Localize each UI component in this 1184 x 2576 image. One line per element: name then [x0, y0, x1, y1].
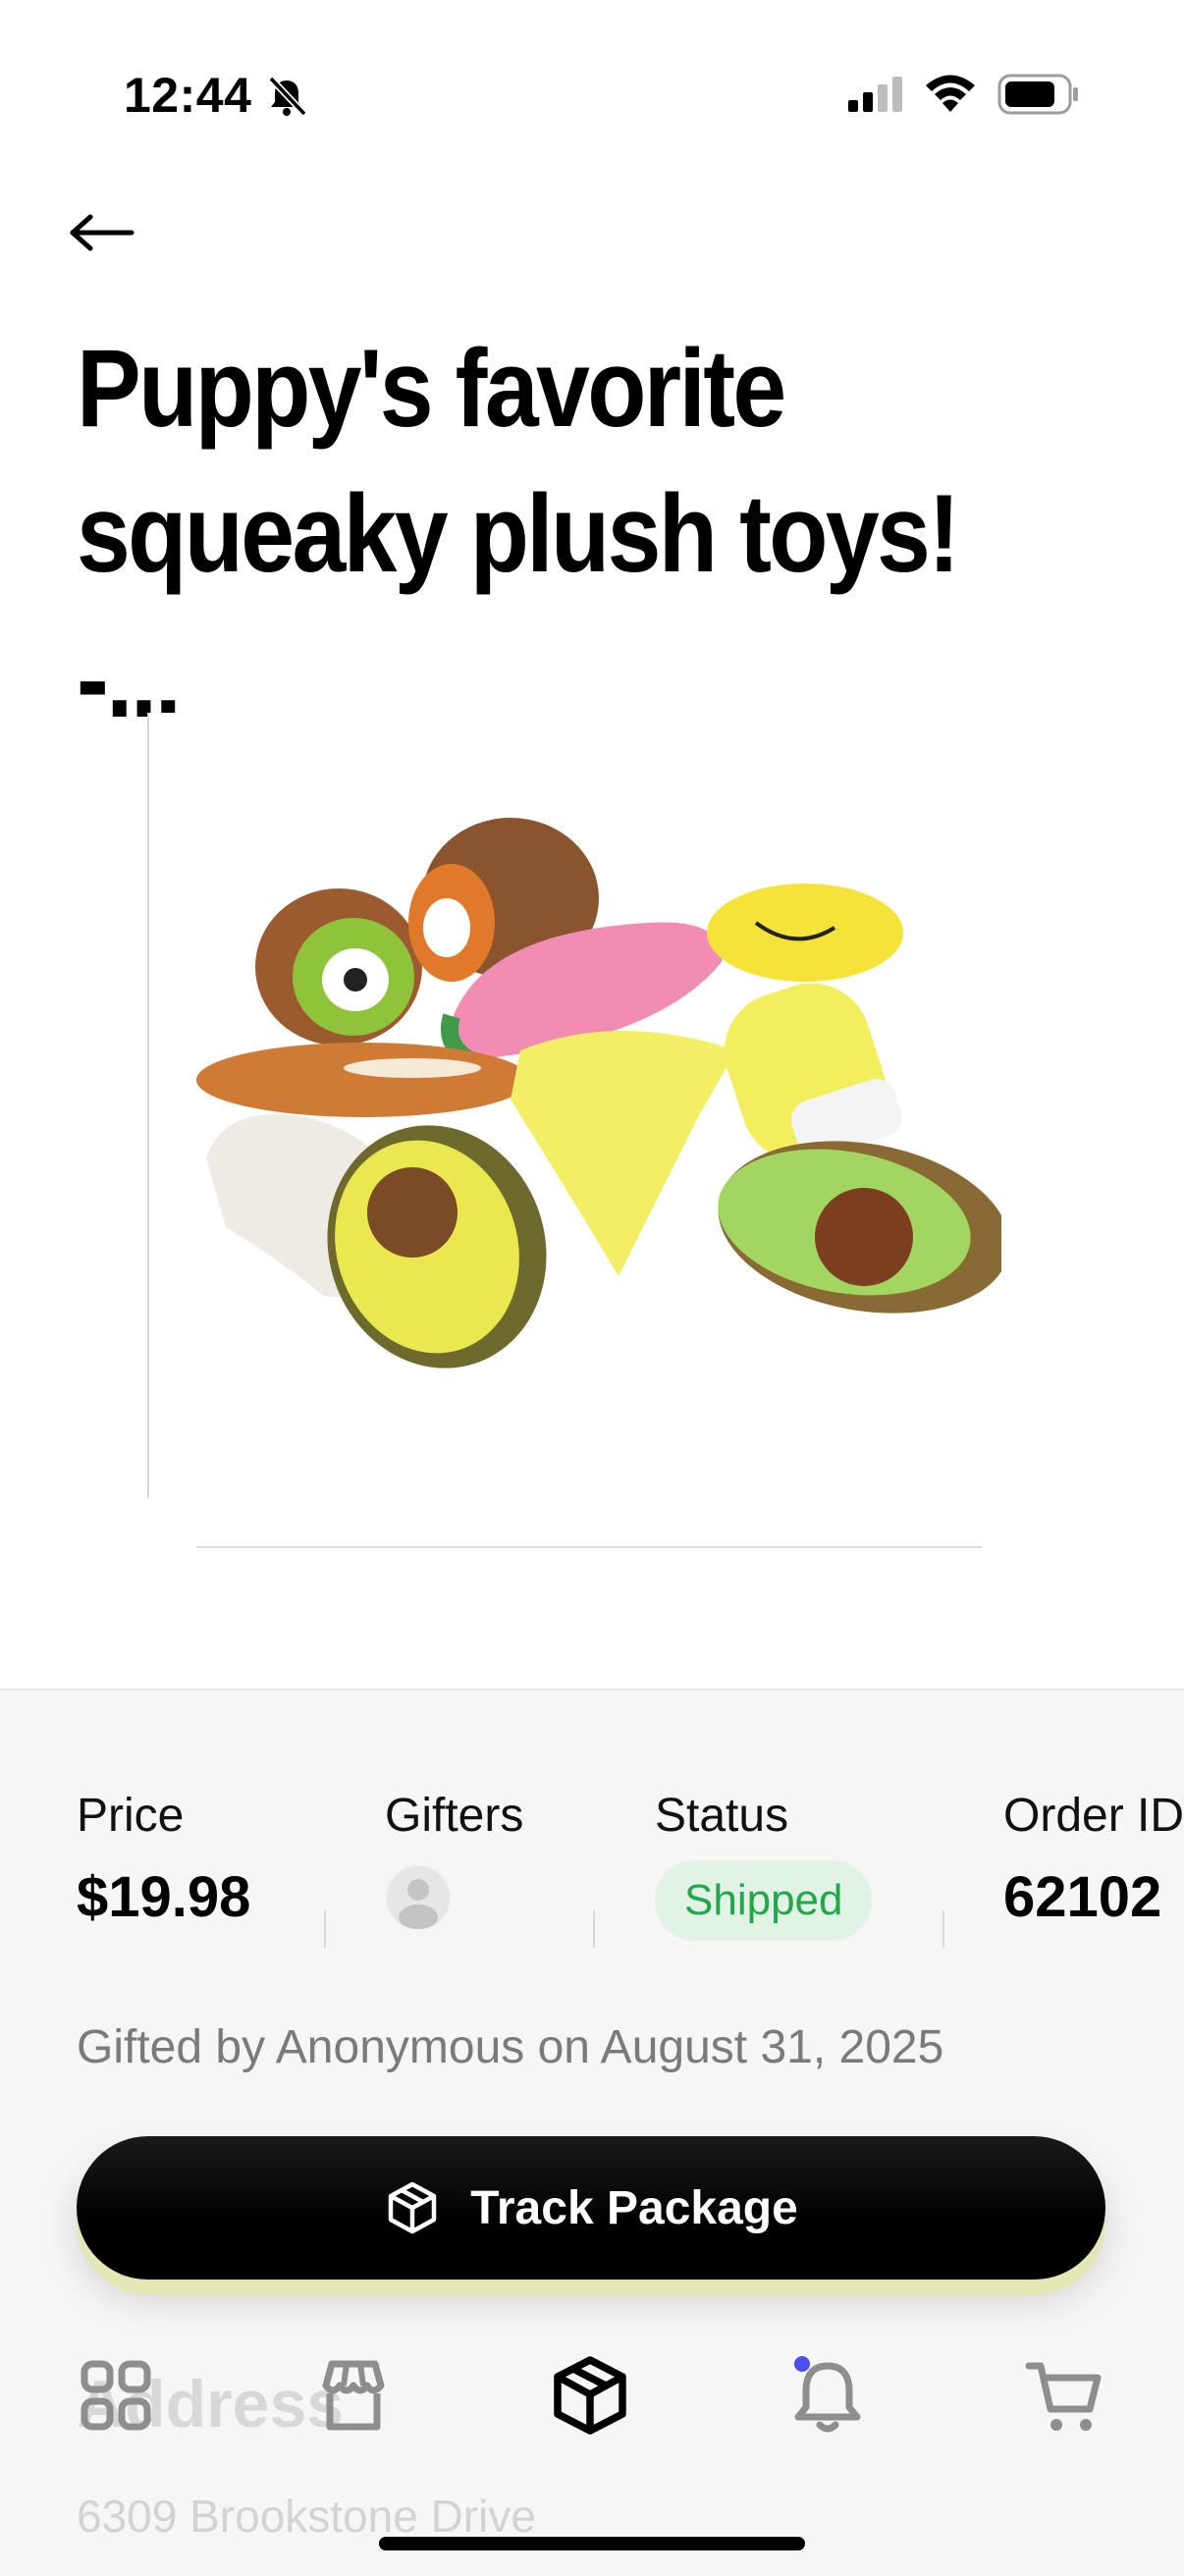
cellular-signal-icon [848, 77, 902, 112]
avatar[interactable] [385, 1864, 452, 1931]
nav-item-store[interactable] [304, 2346, 403, 2444]
track-package-label: Track Package [470, 2181, 798, 2234]
package-icon [388, 2181, 437, 2234]
wifi-icon [926, 75, 975, 112]
nav-item-cart[interactable] [1015, 2346, 1113, 2444]
status-badge: Shipped [655, 1860, 873, 1941]
divider [942, 1910, 944, 1948]
user-icon [399, 1879, 438, 1929]
order-id-value[interactable]: 62102 [1003, 1864, 1184, 1930]
status-label: Status [655, 1790, 789, 1842]
status-bar: 12:44 [0, 0, 1184, 187]
divider [324, 1910, 326, 1948]
gifters-label: Gifters [385, 1790, 524, 1842]
address-street: 6309 Brookstone Drive [77, 2491, 536, 2542]
order-id-label: Order ID [1003, 1790, 1184, 1842]
image-border-left [147, 713, 149, 1498]
gifters-section: Gifters [385, 1789, 523, 1931]
nav-item-home[interactable] [67, 2346, 165, 2444]
home-indicator [379, 2537, 805, 2550]
order-id-section: Order ID 62102 [1003, 1789, 1184, 1930]
price-section: Price $19.98 [77, 1789, 250, 1930]
product-title: Puppy's favorite squeaky plush toys! -..… [77, 327, 960, 740]
battery-icon [997, 74, 1078, 115]
bell-icon [794, 2356, 861, 2433]
divider [593, 1910, 595, 1948]
arrow-left-icon [70, 214, 135, 251]
price-value: $19.98 [77, 1865, 251, 1929]
price-label: Price [77, 1790, 185, 1842]
bottom-navigation [0, 2346, 1184, 2464]
status-time: 12:44 [124, 68, 252, 123]
gifted-by-text: Gifted by Anonymous on August 31, 2025 [77, 2021, 944, 2073]
bell-off-icon [268, 76, 307, 117]
cart-icon [1025, 2362, 1102, 2431]
status-section: Status Shipped [655, 1789, 873, 1941]
store-icon [322, 2360, 385, 2431]
image-border-bottom [196, 1546, 982, 1548]
back-button[interactable] [67, 200, 145, 265]
notification-dot [794, 2356, 810, 2372]
track-package-button[interactable]: Track Package [77, 2136, 1105, 2280]
package-icon [554, 2356, 626, 2435]
nav-item-notifications[interactable] [779, 2346, 877, 2444]
grid-icon [81, 2360, 151, 2431]
plush-toys-illustration [196, 818, 1001, 1368]
nav-item-orders[interactable] [541, 2346, 639, 2444]
